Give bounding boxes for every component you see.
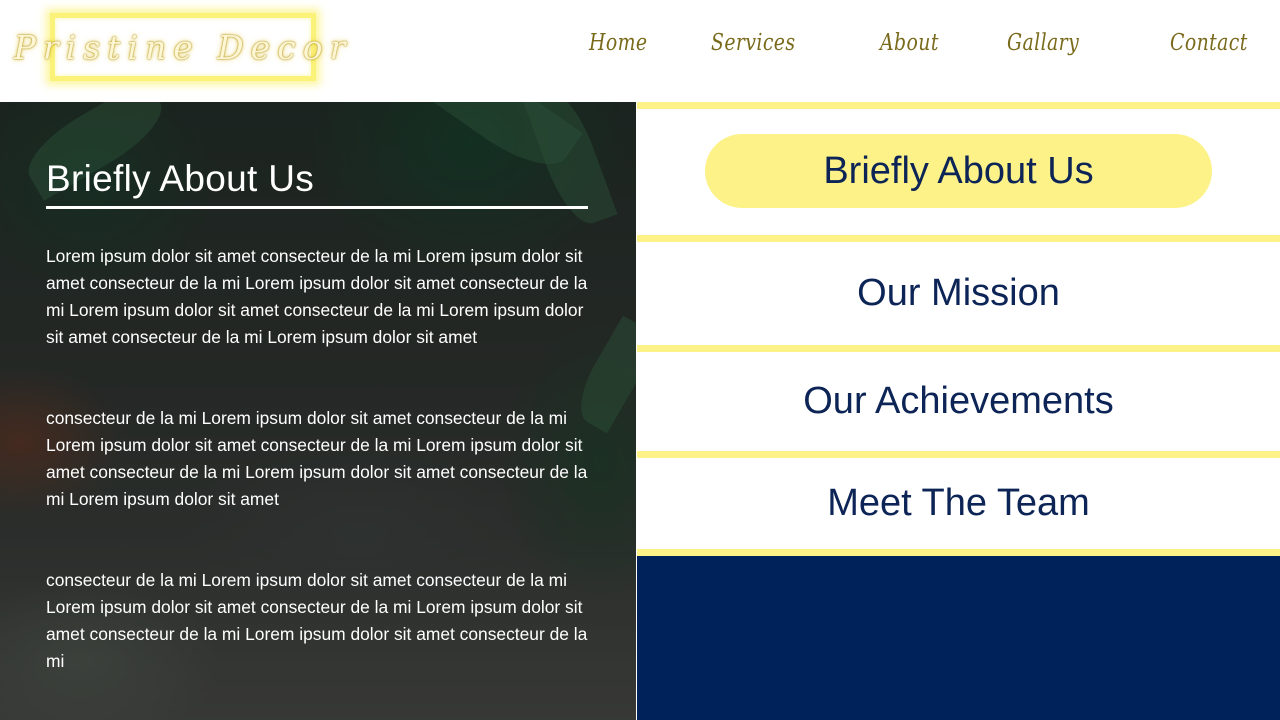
divider-bar bbox=[637, 549, 1280, 556]
about-paragraph-3: consecteur de la mi Lorem ipsum dolor si… bbox=[46, 570, 588, 671]
divider-bar bbox=[637, 102, 1280, 109]
menu-item-our-achievements[interactable]: Our Achievements bbox=[637, 352, 1280, 451]
navy-footer-block bbox=[637, 556, 1280, 720]
divider-bar bbox=[637, 451, 1280, 458]
site-logo[interactable]: Pristine Decor bbox=[14, 13, 345, 81]
nav-gallery-link[interactable]: Gallary bbox=[1007, 30, 1079, 56]
about-paragraph-1: Lorem ipsum dolor sit amet consecteur de… bbox=[46, 246, 588, 347]
logo-text: Pristine Decor bbox=[13, 27, 353, 67]
nav-about-link[interactable]: About bbox=[880, 30, 939, 56]
nav-contact-link[interactable]: Contact bbox=[1170, 30, 1248, 56]
site-header: Pristine Decor Home Services About Galla… bbox=[0, 0, 1280, 102]
nav-services-link[interactable]: Services bbox=[711, 30, 795, 56]
divider-bar bbox=[637, 235, 1280, 242]
menu-item-our-mission[interactable]: Our Mission bbox=[637, 242, 1280, 345]
about-section: Briefly About Us Lorem ipsum dolor sit a… bbox=[0, 102, 636, 720]
menu-item-briefly-about-us[interactable]: Briefly About Us bbox=[705, 134, 1212, 208]
nav-home-link[interactable]: Home bbox=[589, 30, 647, 56]
title-underline bbox=[46, 206, 588, 209]
menu-item-meet-the-team[interactable]: Meet The Team bbox=[637, 458, 1280, 549]
about-paragraph-2: consecteur de la mi Lorem ipsum dolor si… bbox=[46, 408, 588, 509]
divider-bar bbox=[637, 345, 1280, 352]
about-title: Briefly About Us bbox=[46, 158, 315, 199]
side-menu: Briefly About Us Our Mission Our Achieve… bbox=[637, 102, 1280, 720]
